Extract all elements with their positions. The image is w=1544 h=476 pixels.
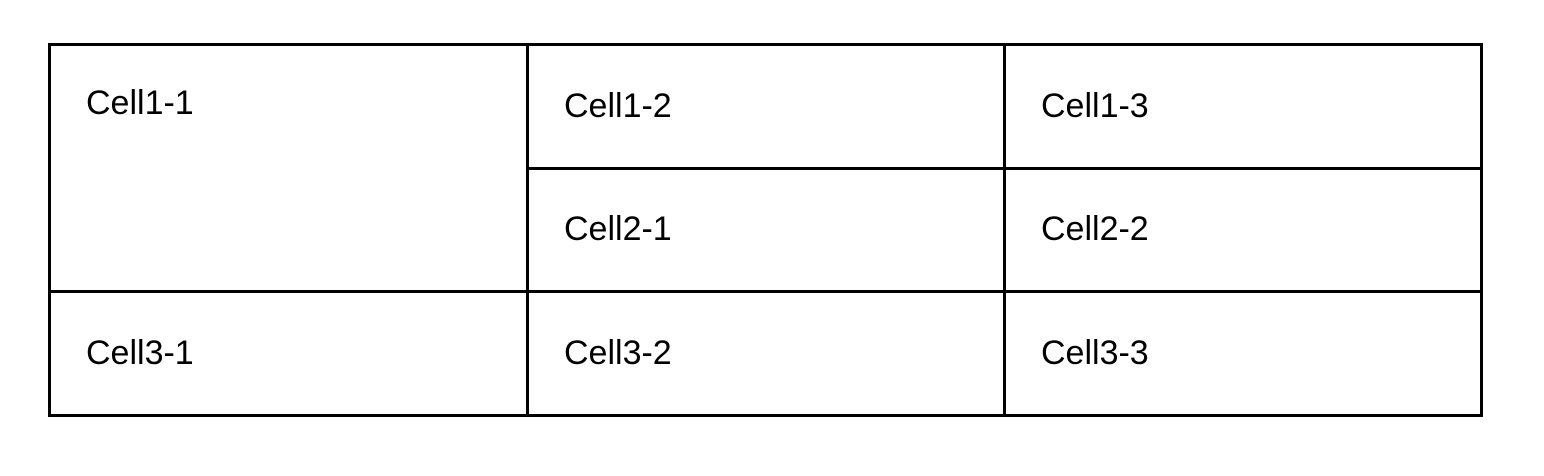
table-cell: Cell2-2 <box>1003 166 1483 294</box>
table-row: Cell1-1 Cell1-2 Cell1-3 <box>48 42 1483 294</box>
table-cell: Cell1-1 <box>48 42 529 294</box>
data-table: Cell1-1 Cell1-2 Cell1-3 Cell2-1 Cell2-2 … <box>48 42 1483 417</box>
table-cell: Cell1-3 <box>1003 43 1483 170</box>
table-cell: Cell2-1 <box>526 166 1006 294</box>
table-row: Cell3-1 Cell3-2 Cell3-3 <box>48 290 1483 417</box>
table-cell: Cell1-2 <box>526 43 1006 170</box>
table-cell: Cell3-2 <box>526 290 1006 417</box>
table-cell: Cell3-3 <box>1003 290 1483 417</box>
table-cell: Cell3-1 <box>48 290 529 417</box>
